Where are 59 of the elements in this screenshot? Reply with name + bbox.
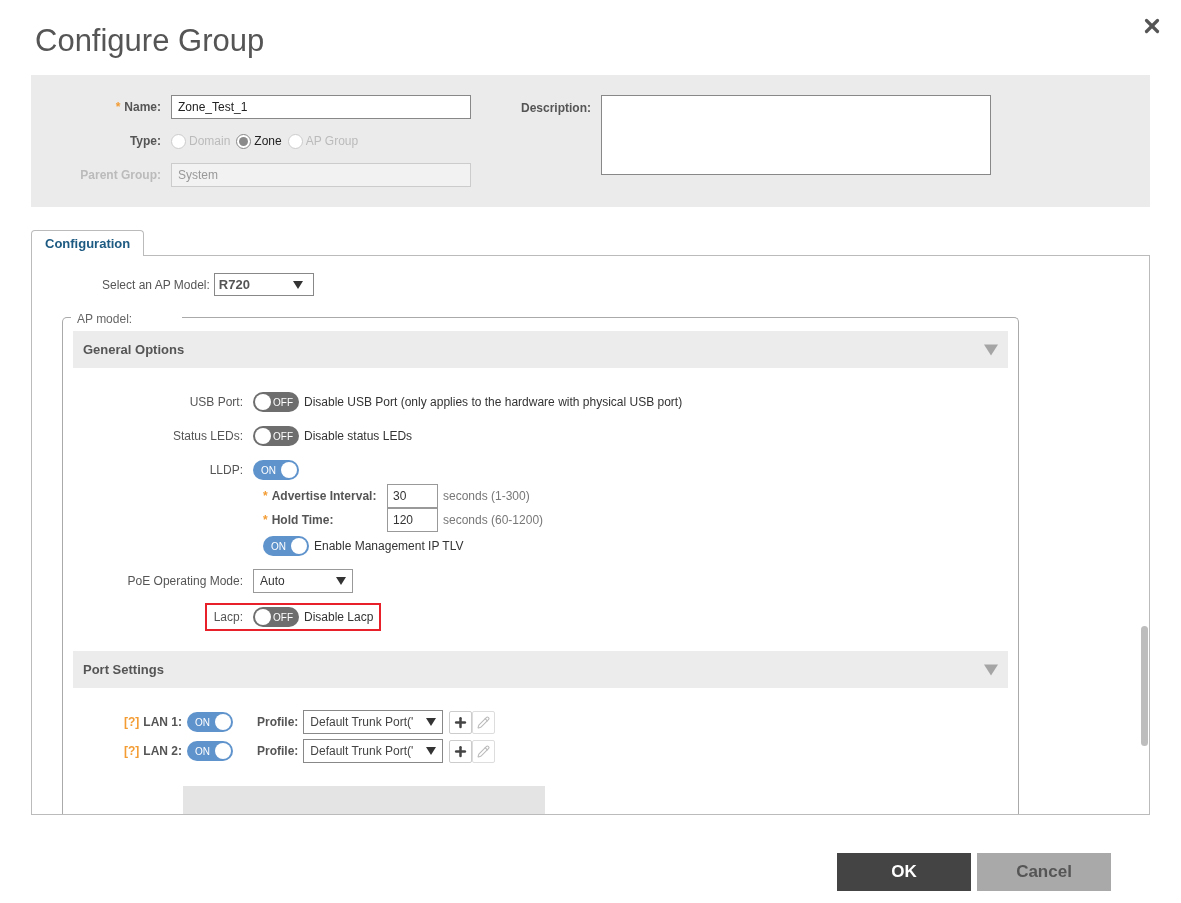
caret-icon	[426, 718, 437, 726]
cancel-button[interactable]: Cancel	[977, 853, 1111, 891]
radio-option[interactable]: Zone	[236, 132, 282, 150]
port-label: LAN 1:	[143, 714, 182, 731]
number-input[interactable]: 120	[387, 508, 438, 532]
profile-dropdown[interactable]: Default Trunk Port('	[303, 710, 444, 734]
section-header[interactable]: General Options	[73, 331, 1008, 368]
toggle-description: Enable Management IP TLV	[314, 538, 464, 555]
toggle-switch[interactable]: OFF	[253, 607, 299, 627]
plus-icon	[453, 743, 469, 759]
section-header[interactable]: Port Settings	[73, 651, 1008, 688]
required-mark: *	[263, 513, 268, 527]
port-label: LAN 2:	[143, 743, 182, 760]
field-label: PoE Operating Mode:	[127, 573, 243, 590]
field-label: Type:	[128, 133, 162, 150]
field-label: USB Port:	[189, 394, 243, 411]
field-label: Select an AP Model:	[102, 276, 210, 294]
dropdown[interactable]: Auto	[253, 569, 353, 593]
ok-button[interactable]: OK	[837, 853, 971, 891]
name-input[interactable]: Zone_Test_1	[171, 95, 471, 119]
toggle-switch[interactable]: OFF	[253, 426, 299, 446]
number-input[interactable]: 30	[387, 484, 438, 508]
plus-icon	[453, 714, 469, 730]
description-input[interactable]	[601, 95, 991, 175]
field-label: LLDP:	[209, 462, 243, 479]
scrollbar-thumb[interactable]	[1140, 626, 1148, 746]
field-label: Status LEDs:	[172, 428, 243, 445]
field-label: Profile:	[257, 743, 299, 760]
pencil-icon	[477, 744, 491, 758]
add-button[interactable]	[449, 710, 473, 734]
profile-dropdown[interactable]: Default Trunk Port('	[303, 739, 444, 763]
add-button[interactable]	[449, 739, 473, 763]
toggle-switch[interactable]: ON	[187, 741, 233, 761]
caret-icon	[984, 663, 998, 676]
toggle-description: Disable USB Port (only applies to the hardware with physical USB port)	[304, 394, 683, 411]
caret-icon	[336, 577, 346, 585]
toggle-switch[interactable]: ON	[187, 712, 233, 732]
toggle-description: Disable status LEDs	[304, 428, 413, 445]
field-label: * Name:	[114, 99, 162, 116]
toggle-switch[interactable]: OFF	[253, 392, 299, 412]
pencil-icon	[477, 715, 491, 729]
toggle-switch[interactable]: ON	[263, 536, 309, 556]
tab[interactable]: Configuration	[31, 230, 145, 256]
caret-icon	[426, 747, 437, 755]
required-mark: *	[263, 489, 268, 503]
field-label: Description:	[520, 100, 592, 117]
hint-text: seconds (1-300)	[443, 488, 530, 505]
caret-icon	[292, 280, 303, 289]
toggle-switch[interactable]: ON	[253, 460, 299, 480]
ap-model-dropdown[interactable]: R720	[213, 273, 314, 296]
dialog-title: Configure Group	[35, 22, 265, 60]
field-label: Lacp:	[213, 609, 243, 626]
hint-text: seconds (60-1200)	[443, 512, 544, 529]
field-label: * Hold Time:	[263, 512, 335, 529]
caret-icon	[984, 343, 998, 356]
required-mark: *	[115, 100, 121, 114]
field-label: Profile:	[257, 714, 299, 731]
toggle-description: Disable Lacp	[304, 609, 374, 626]
field-label: * Advertise Interval:	[263, 488, 378, 505]
